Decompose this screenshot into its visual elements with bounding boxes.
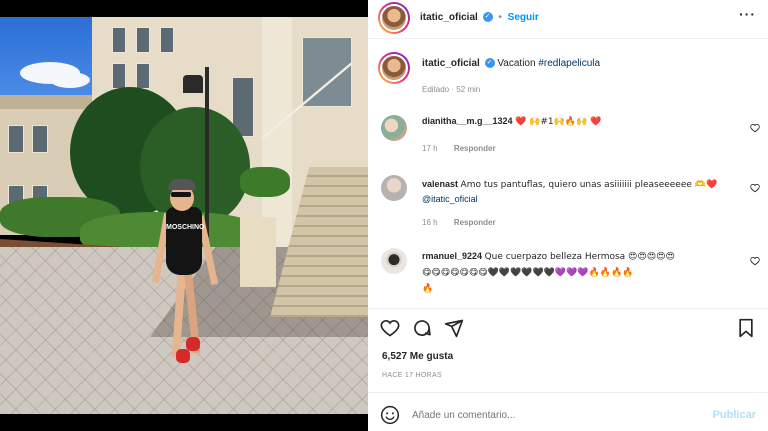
post-photo[interactable]: MOSCHINO [0,0,368,431]
caption-meta: Editado · 52 min [422,85,481,94]
commenter-avatar[interactable] [381,248,407,274]
bookmark-icon[interactable] [736,318,756,338]
person-swimsuit [166,207,202,275]
author-username[interactable]: itatic_oficial [420,12,478,23]
actions-divider [368,308,768,309]
window [136,63,150,89]
caption: itatic_oficial ✓ Vacation #redlapelicula [422,58,600,69]
more-horizontal-icon[interactable]: ··· [739,6,756,22]
post-header: itatic_oficial ✓ • Seguir [420,12,539,23]
comment-like-heart-icon[interactable] [750,123,760,133]
publish-button[interactable]: Publicar [713,409,756,421]
composer-divider [368,392,768,393]
swimsuit-logo-text: MOSCHINO [166,224,205,231]
slipper [186,337,200,351]
author-avatar[interactable] [378,2,410,34]
window [112,63,126,89]
post-timestamp: HACE 17 HORAS [382,372,442,379]
reply-button[interactable]: Responder [454,218,496,227]
commenter-avatar[interactable] [381,115,407,141]
window [32,125,48,153]
person-sunglasses [171,192,191,197]
comment: dianitha__m.g__1324 ❤️ 🙌#1🙌🔥🙌 ❤️ [422,116,601,127]
comment-icon[interactable] [412,318,432,338]
share-icon[interactable] [444,318,464,338]
comment: valenast Amo tus pantuflas, quiero unas … [422,177,732,206]
comment-meta: 16 h Responder [422,218,496,227]
comment-text-line3: 🔥 [422,284,434,294]
window [160,27,174,53]
lamp-post [205,67,209,237]
comment-text: ❤️ 🙌#1🙌🔥🙌 ❤️ [515,117,602,127]
likes-count[interactable]: 6,527 Me gusta [382,351,453,362]
commenter-avatar[interactable] [381,175,407,201]
window [136,27,150,53]
comment-like-heart-icon[interactable] [750,256,760,266]
person-cap [168,179,196,190]
caption-username[interactable]: itatic_oficial [422,58,480,69]
caption-hashtag[interactable]: #redlapelicula [538,58,600,69]
window [112,27,126,53]
verified-badge-icon: ✓ [482,12,493,23]
reply-button[interactable]: Responder [454,144,496,153]
comment-input[interactable] [412,405,692,425]
post-sidebar: itatic_oficial ✓ • Seguir ··· itatic_ofi… [368,0,768,431]
comment-like-heart-icon[interactable] [750,183,760,193]
smiley-icon[interactable] [380,405,400,425]
cloud [50,72,90,88]
follow-button[interactable]: Seguir [508,12,539,23]
comment-username[interactable]: valenast [422,179,458,189]
separator-dot: • [498,12,502,23]
comment-meta: 17 h Responder [422,144,496,153]
comment-text: Amo tus pantuflas, quiero unas asiiiiiii… [460,180,718,190]
caption-text: Vacation [497,58,536,69]
caption-avatar[interactable] [378,52,410,84]
comment-text: Que cuerpazo belleza Hermosa 😍😍😍😍😍 [484,252,675,262]
comment-text-line2: 😋😋😋😋😋😋😋🖤🖤🖤🖤🖤🖤💜💜💜🔥🔥🔥🔥 [422,268,634,278]
photo-scene: MOSCHINO [0,17,368,414]
slipper [176,349,190,363]
lamp-head [183,75,203,93]
comment-username[interactable]: rmanuel_9224 [422,251,482,261]
heart-icon[interactable] [380,318,400,338]
comment-time: 16 h [422,218,438,227]
comment-mention[interactable]: @itatic_oficial [422,194,478,204]
header-divider [368,38,768,39]
verified-badge-icon: ✓ [484,58,495,69]
window [8,125,24,153]
comment-username[interactable]: dianitha__m.g__1324 [422,116,513,126]
post-modal: MOSCHINO itatic_oficial ✓ • Seguir ··· i… [0,0,768,431]
comment: rmanuel_9224 Que cuerpazo belleza Hermos… [422,249,734,297]
comment-time: 17 h [422,144,438,153]
